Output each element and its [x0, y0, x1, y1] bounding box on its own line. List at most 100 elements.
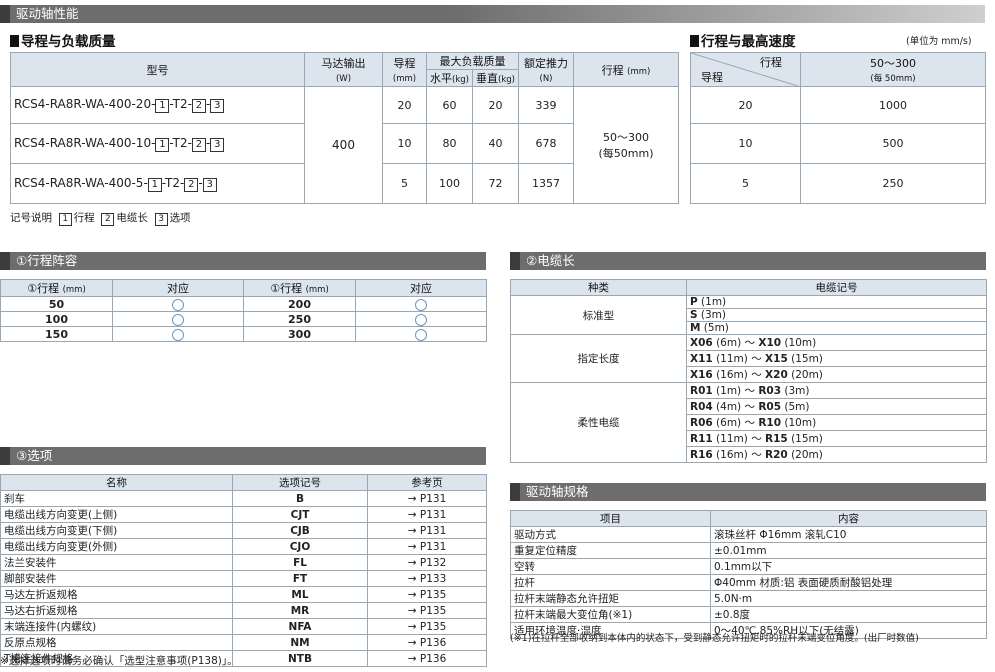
range-sep: ～	[744, 417, 756, 429]
slot-3: 3	[210, 137, 225, 152]
stroke-head: ①行程	[27, 282, 60, 295]
supported-cell	[112, 326, 244, 342]
model-cell: RCS4-RA8R-WA-400-10- 1 -T2- 2-3	[10, 123, 305, 164]
speed-unit: (单位为 mm/s)	[906, 36, 972, 47]
section-band-performance: 驱动轴性能	[0, 5, 985, 23]
vert-unit: (kg)	[498, 75, 515, 85]
speed-value: 250	[800, 163, 986, 204]
code-length: (3m)	[784, 385, 810, 397]
motor-value: 400	[304, 86, 383, 204]
stroke-head-unit: (mm)	[62, 285, 86, 295]
legend-num: 3	[154, 213, 168, 226]
thrust-value: 1357	[518, 163, 574, 204]
cable-code: R11 (11m) ～ R15 (15m)	[686, 430, 987, 447]
speed-lead: 20	[690, 86, 801, 124]
title-marker	[10, 35, 19, 47]
table-row: 100 250	[0, 311, 487, 327]
code-length: (15m)	[791, 353, 823, 365]
code: X15	[765, 353, 788, 365]
option-page-link[interactable]: → P131	[367, 538, 487, 555]
stroke-col: ①行程 (mm)	[243, 279, 356, 297]
option-code-col: 选项记号	[232, 474, 368, 491]
thrust-value: 678	[518, 123, 574, 164]
supported-cell	[355, 296, 487, 312]
option-page-link[interactable]: → P135	[367, 602, 487, 619]
slot-1: 1	[155, 137, 170, 152]
cable-table: 种类 电缆记号 标准型 P (1m) S (3m) M (5m) 指定长度 X06 (…	[510, 279, 987, 463]
stroke-label: 行程	[601, 63, 624, 77]
option-page-link[interactable]: → P136	[367, 634, 487, 651]
lead-value: 5	[382, 163, 427, 204]
support-col: 对应	[112, 279, 244, 297]
cable-code: X11 (11m) ～ X15 (15m)	[686, 350, 987, 367]
code: R03	[758, 385, 782, 397]
stroke-head: ①行程	[270, 282, 303, 295]
model-t2: -T2-	[169, 135, 192, 150]
code-length: (5m)	[784, 401, 810, 413]
vert-label: 垂直	[476, 72, 499, 85]
col-thrust: 额定推力 (N)	[518, 52, 574, 87]
table-row: 电缆出线方向变更(下侧) CJB → P131	[0, 522, 487, 539]
stroke-value: 50	[0, 296, 113, 312]
stroke-range: 50～300	[603, 131, 649, 144]
code: X11	[690, 353, 713, 365]
option-page-link[interactable]: → P133	[367, 570, 487, 587]
supported-icon	[415, 298, 427, 311]
option-page-link[interactable]: → P131	[367, 506, 487, 523]
code: R04	[690, 401, 713, 413]
option-code: ML	[232, 586, 368, 603]
symbol-legend: 记号说明 1 行程 2 电缆长 3 选项	[10, 210, 191, 226]
option-page-link[interactable]: → P132	[367, 554, 487, 571]
cable-code: R04 (4m) ～ R05 (5m)	[686, 398, 987, 415]
stroke-unit: (mm)	[627, 66, 651, 77]
code: P	[690, 296, 698, 308]
table-row: 20 1000	[690, 86, 986, 124]
horiz-unit: (kg)	[452, 75, 469, 85]
col-motor: 马达输出 (W)	[304, 52, 383, 87]
code-length: (15m)	[791, 433, 823, 445]
code: R01	[690, 385, 713, 397]
code-length: (5m)	[703, 322, 729, 334]
slot-2: 2	[191, 137, 206, 152]
code: X10	[758, 337, 782, 349]
stroke-col: ①行程 (mm)	[0, 279, 113, 297]
speed-title: 行程与最高速度	[690, 30, 796, 50]
cable-code: R01 (1m) ～ R03 (3m)	[686, 382, 987, 399]
model-prefix: RCS4-RA8R-WA-400-20-	[14, 97, 156, 111]
lead-value: 10	[382, 123, 427, 164]
option-code: FL	[232, 554, 368, 571]
code: S	[690, 309, 698, 321]
table-row: 拉杆末端静态允许扭矩 5.0N·m	[510, 590, 987, 607]
supported-icon	[172, 313, 184, 326]
legend-num: 1	[58, 213, 72, 226]
legend-text: 电缆长	[116, 212, 148, 224]
cable-code: X16 (16m) ～ X20 (20m)	[686, 366, 987, 383]
option-page-link[interactable]: → P135	[367, 586, 487, 603]
cable-type: 指定长度	[510, 334, 687, 383]
vert-value: 40	[472, 123, 519, 164]
band-title: ③选项	[16, 448, 53, 463]
table-row: 电缆出线方向变更(上侧) CJT → P131	[0, 506, 487, 523]
lead-load-title-text: 导程与负载质量	[21, 34, 116, 50]
option-page-link[interactable]: → P136	[367, 650, 487, 667]
option-name: 末端连接件(内螺纹)	[0, 618, 233, 635]
corner-cell: 行程 导程	[690, 52, 801, 87]
model-prefix: RCS4-RA8R-WA-400-10-	[14, 135, 156, 150]
option-name: 马达左折返规格	[0, 586, 233, 603]
band-marker	[510, 252, 520, 270]
table-row: 马达右折返规格 MR → P135	[0, 602, 487, 619]
option-name: 电缆出线方向变更(下侧)	[0, 522, 233, 539]
cable-code: X06 (6m) ～ X10 (10m)	[686, 334, 987, 351]
options-table: 名称 选项记号 参考页 刹车 B → P131 电缆出线方向变更(上侧) CJT → P13…	[0, 474, 487, 667]
col-max-load: 最大负载质量	[426, 52, 519, 70]
horiz-value: 100	[426, 163, 473, 204]
stroke-head-unit: (mm)	[305, 285, 329, 295]
table-row: 10 500	[690, 123, 986, 164]
option-page-link[interactable]: → P131	[367, 490, 487, 507]
option-page-link[interactable]: → P131	[367, 522, 487, 539]
band-fade	[450, 5, 985, 23]
option-page-link[interactable]: → P135	[367, 618, 487, 635]
table-row: 5 250	[690, 163, 986, 204]
option-page-col: 参考页	[367, 474, 487, 491]
table-row: 电缆出线方向变更(外侧) CJO → P131	[0, 538, 487, 555]
